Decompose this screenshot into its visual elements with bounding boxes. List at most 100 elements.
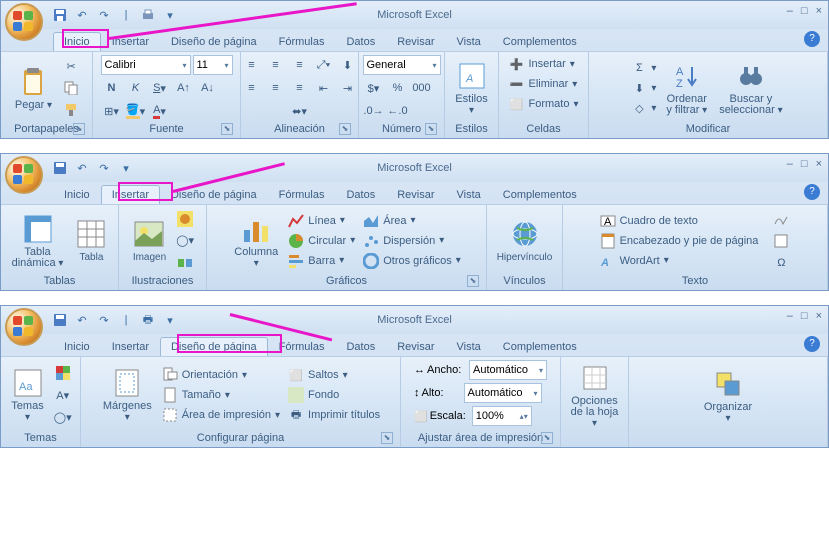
dialog-launcher-icon[interactable]: ⬊ — [467, 275, 479, 287]
decrease-font-icon[interactable]: A↓ — [197, 78, 219, 98]
scatter-chart-button[interactable]: Dispersión ▾ — [361, 232, 463, 250]
width-combo[interactable]: Automático▾ — [469, 360, 547, 380]
fill-button[interactable]: ⬇▾ — [629, 79, 658, 97]
background-button[interactable]: Fondo — [286, 386, 382, 404]
table-button[interactable]: Tabla — [71, 216, 111, 265]
height-combo[interactable]: Automático▾ — [464, 383, 542, 403]
themes-button[interactable]: Aa Temas▾ — [7, 365, 47, 425]
office-button[interactable] — [5, 308, 43, 346]
decrease-indent-icon[interactable]: ⇤ — [313, 78, 335, 98]
delete-cells-button[interactable]: ➖Eliminar ▾ — [507, 75, 581, 93]
align-middle-icon[interactable]: ≡ — [265, 55, 287, 75]
merge-cells-icon[interactable]: ⬌▾ — [287, 101, 312, 121]
font-name-combo[interactable]: Calibri▾ — [101, 55, 191, 75]
column-chart-button[interactable]: Columna▾ — [230, 211, 282, 271]
office-button[interactable] — [5, 3, 43, 41]
shapes-icon[interactable]: ◯▾ — [174, 231, 196, 251]
tab-revisar[interactable]: Revisar — [386, 337, 445, 356]
orientation-icon[interactable]: ⤢▾ — [313, 55, 335, 75]
clipart-icon[interactable] — [174, 209, 196, 229]
breaks-button[interactable]: ⬜Saltos ▾ — [286, 366, 382, 384]
symbol-icon[interactable]: Ω — [770, 253, 792, 273]
dialog-launcher-icon[interactable]: ⬊ — [73, 123, 85, 135]
font-color-icon[interactable]: A▾ — [149, 101, 171, 121]
print-icon[interactable]: 🖶 — [139, 311, 157, 329]
dialog-launcher-icon[interactable]: ⬊ — [381, 432, 393, 444]
minimize-button[interactable]: – — [787, 310, 793, 322]
help-icon[interactable]: ? — [804, 184, 820, 200]
pivot-table-button[interactable]: Tabla dinámica ▾ — [8, 211, 68, 271]
styles-button[interactable]: A Estilos▾ — [451, 58, 491, 118]
theme-effects-icon[interactable]: ◯▾ — [52, 407, 74, 427]
align-top-icon[interactable]: ≡ — [241, 55, 263, 75]
increase-decimal-icon[interactable]: .0→ — [363, 101, 385, 121]
border-icon[interactable]: ⊞▾ — [101, 101, 123, 121]
arrange-button[interactable]: Organizar▾ — [700, 366, 756, 426]
wrap-text-icon[interactable]: ⬇ — [337, 55, 359, 75]
comma-icon[interactable]: 000 — [411, 78, 433, 98]
close-button[interactable]: × — [816, 310, 822, 322]
margins-button[interactable]: Márgenes▾ — [99, 365, 156, 425]
align-right-icon[interactable]: ≡ — [289, 78, 311, 98]
theme-colors-icon[interactable] — [52, 363, 74, 383]
object-icon[interactable] — [770, 231, 792, 251]
dialog-launcher-icon[interactable]: ⬊ — [221, 123, 233, 135]
autosum-button[interactable]: Σ▾ — [629, 59, 658, 77]
image-button[interactable]: Imagen — [129, 216, 170, 265]
orientation-button[interactable]: Orientación ▾ — [160, 366, 282, 384]
qat-dropdown-icon[interactable]: ▾ — [117, 159, 135, 177]
align-left-icon[interactable]: ≡ — [241, 78, 263, 98]
close-button[interactable]: × — [816, 5, 822, 17]
currency-icon[interactable]: $▾ — [363, 78, 385, 98]
textbox-button[interactable]: ACuadro de texto — [598, 212, 761, 230]
align-bottom-icon[interactable]: ≡ — [289, 55, 311, 75]
fill-color-icon[interactable]: 🪣▾ — [125, 101, 147, 121]
print-icon[interactable] — [139, 6, 157, 24]
hyperlink-button[interactable]: Hipervínculo — [493, 216, 557, 265]
maximize-button[interactable]: □ — [801, 158, 808, 170]
increase-indent-icon[interactable]: ⇥ — [337, 78, 359, 98]
tab-complementos[interactable]: Complementos — [492, 185, 588, 204]
signature-icon[interactable] — [770, 209, 792, 229]
copy-icon[interactable] — [60, 78, 82, 98]
tab-diseno[interactable]: Diseño de página — [160, 32, 268, 51]
help-icon[interactable]: ? — [804, 336, 820, 352]
minimize-button[interactable]: – — [787, 158, 793, 170]
redo-icon[interactable]: ↷ — [95, 6, 113, 24]
tab-formulas[interactable]: Fórmulas — [268, 185, 336, 204]
bar-chart-button[interactable]: Barra ▾ — [286, 252, 357, 270]
tab-revisar[interactable]: Revisar — [386, 185, 445, 204]
tab-insertar[interactable]: Insertar — [101, 185, 160, 204]
italic-button[interactable]: K — [125, 78, 147, 98]
dialog-launcher-icon[interactable]: ⬊ — [339, 123, 351, 135]
increase-font-icon[interactable]: A↑ — [173, 78, 195, 98]
size-button[interactable]: Tamaño ▾ — [160, 386, 282, 404]
undo-icon[interactable]: ↶ — [73, 311, 91, 329]
tab-vista[interactable]: Vista — [446, 32, 492, 51]
save-icon[interactable] — [51, 159, 69, 177]
tab-revisar[interactable]: Revisar — [386, 32, 445, 51]
clear-button[interactable]: ◇▾ — [629, 99, 658, 117]
tab-inicio[interactable]: Inicio — [53, 32, 101, 51]
number-format-combo[interactable]: General▾ — [363, 55, 441, 75]
dialog-launcher-icon[interactable]: ⬊ — [425, 123, 437, 135]
cut-icon[interactable]: ✂ — [60, 56, 82, 76]
bold-button[interactable]: N — [101, 78, 123, 98]
pie-chart-button[interactable]: Circular ▾ — [286, 232, 357, 250]
tab-inicio[interactable]: Inicio — [53, 337, 101, 356]
other-charts-button[interactable]: Otros gráficos ▾ — [361, 252, 463, 270]
percent-icon[interactable]: % — [387, 78, 409, 98]
format-cells-button[interactable]: ⬜Formato ▾ — [507, 95, 581, 113]
sheet-options-button[interactable]: Opciones de la hoja ▾ — [566, 360, 623, 431]
find-select-button[interactable]: Buscar y seleccionar ▾ — [715, 58, 786, 118]
tab-datos[interactable]: Datos — [335, 185, 386, 204]
tab-datos[interactable]: Datos — [335, 32, 386, 51]
tab-insertar[interactable]: Insertar — [101, 32, 160, 51]
tab-inicio[interactable]: Inicio — [53, 185, 101, 204]
tab-complementos[interactable]: Complementos — [492, 337, 588, 356]
close-button[interactable]: × — [816, 158, 822, 170]
align-center-icon[interactable]: ≡ — [265, 78, 287, 98]
save-icon[interactable] — [51, 6, 69, 24]
qat-dropdown-icon[interactable]: ▾ — [161, 6, 179, 24]
undo-icon[interactable]: ↶ — [73, 159, 91, 177]
